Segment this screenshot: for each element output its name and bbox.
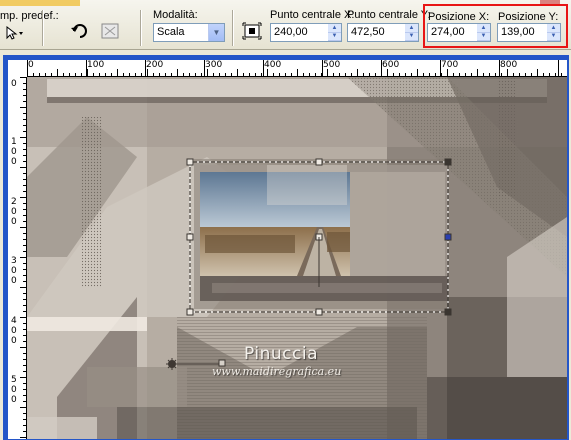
ruler-label: 0: [28, 60, 34, 70]
ruler-label: 600: [382, 60, 400, 70]
spin-down-icon[interactable]: ▼: [477, 33, 490, 41]
toolbar-top-icons-strip: [0, 0, 80, 6]
position-y-spinner[interactable]: ▲ ▼: [547, 24, 560, 41]
image-window: 0 100 200 300 400 500 600 700 800 0 1 0 …: [3, 55, 569, 440]
preset-pick-icon: [5, 25, 25, 43]
ruler-label: 0: [11, 79, 17, 89]
spin-up-icon[interactable]: ▲: [328, 24, 341, 33]
center-y-spinner[interactable]: ▲ ▼: [405, 24, 418, 41]
spin-down-icon[interactable]: ▼: [405, 33, 418, 41]
position-x-value: 274,00: [431, 26, 465, 38]
horizontal-ruler: 0 100 200 300 400 500 600 700 800: [27, 60, 567, 77]
center-y-label: Punto centrale Y:: [347, 9, 431, 21]
position-x-spinner[interactable]: ▲ ▼: [477, 24, 490, 41]
watermark-url: www.maidiregrafica.eu: [212, 365, 342, 378]
center-x-spinner[interactable]: ▲ ▼: [328, 24, 341, 41]
chevron-down-icon[interactable]: ▼: [208, 24, 224, 41]
center-x-label: Punto centrale X:: [270, 9, 355, 21]
preset-label: mp. predef.:: [0, 10, 59, 22]
ruler-label: 100: [87, 60, 105, 70]
vertical-ruler: 0 1 0 0 2 0 0 3 0 0 4 0 0 5 0 0: [8, 77, 27, 439]
fit-icon: [100, 22, 120, 43]
mode-select-value: Scala: [157, 26, 185, 38]
spin-down-icon[interactable]: ▼: [547, 33, 560, 41]
position-y-value: 139,00: [501, 26, 535, 38]
center-x-value: 240,00: [274, 26, 308, 38]
center-y-value: 472,50: [351, 26, 385, 38]
spin-up-icon[interactable]: ▲: [547, 24, 560, 33]
ruler-label: 500: [323, 60, 341, 70]
move-to-center-icon: [242, 22, 262, 43]
ruler-label: 5 0 0: [11, 375, 17, 405]
mode-label: Modalità:: [153, 9, 198, 21]
position-x-label: Posizione X:: [428, 11, 490, 23]
position-x-field[interactable]: 274,00 ▲ ▼: [427, 23, 491, 42]
center-x-field[interactable]: 240,00 ▲ ▼: [270, 23, 342, 42]
position-y-label: Posizione Y:: [498, 11, 559, 23]
preset-pick-button[interactable]: [2, 24, 28, 44]
fit-button[interactable]: [97, 20, 123, 44]
toolbar-separator: [42, 10, 44, 46]
ruler-label: 3 0 0: [11, 256, 17, 286]
ruler-label: 300: [205, 60, 223, 70]
toolbar-separator: [232, 10, 234, 46]
ruler-label: 800: [500, 60, 518, 70]
move-to-center-button[interactable]: [239, 20, 265, 44]
composition-artwork: [27, 77, 567, 439]
toolbar-separator: [140, 10, 142, 46]
ruler-label: 400: [264, 60, 282, 70]
ruler-corner: [8, 60, 27, 77]
watermark-title: Pinuccia: [244, 344, 318, 364]
ruler-label: 700: [441, 60, 459, 70]
rotate-button[interactable]: [67, 20, 93, 44]
mode-select[interactable]: Scala ▼: [153, 23, 225, 42]
rotate-icon: [70, 22, 90, 43]
ruler-label: 4 0 0: [11, 316, 17, 346]
spin-up-icon[interactable]: ▲: [405, 24, 418, 33]
canvas-image[interactable]: Pinuccia www.maidiregrafica.eu: [27, 77, 567, 439]
position-y-field[interactable]: 139,00 ▲ ▼: [497, 23, 561, 42]
ruler-label: 1 0 0: [11, 137, 17, 167]
spin-up-icon[interactable]: ▲: [477, 24, 490, 33]
toolbar-top-icon-fragment: [540, 0, 560, 5]
spin-down-icon[interactable]: ▼: [328, 33, 341, 41]
ruler-label: 200: [146, 60, 164, 70]
center-y-field[interactable]: 472,50 ▲ ▼: [347, 23, 419, 42]
ruler-label: 2 0 0: [11, 197, 17, 227]
tool-options-bar: mp. predef.: Modalità: Scala ▼ Punto cen…: [0, 0, 571, 50]
